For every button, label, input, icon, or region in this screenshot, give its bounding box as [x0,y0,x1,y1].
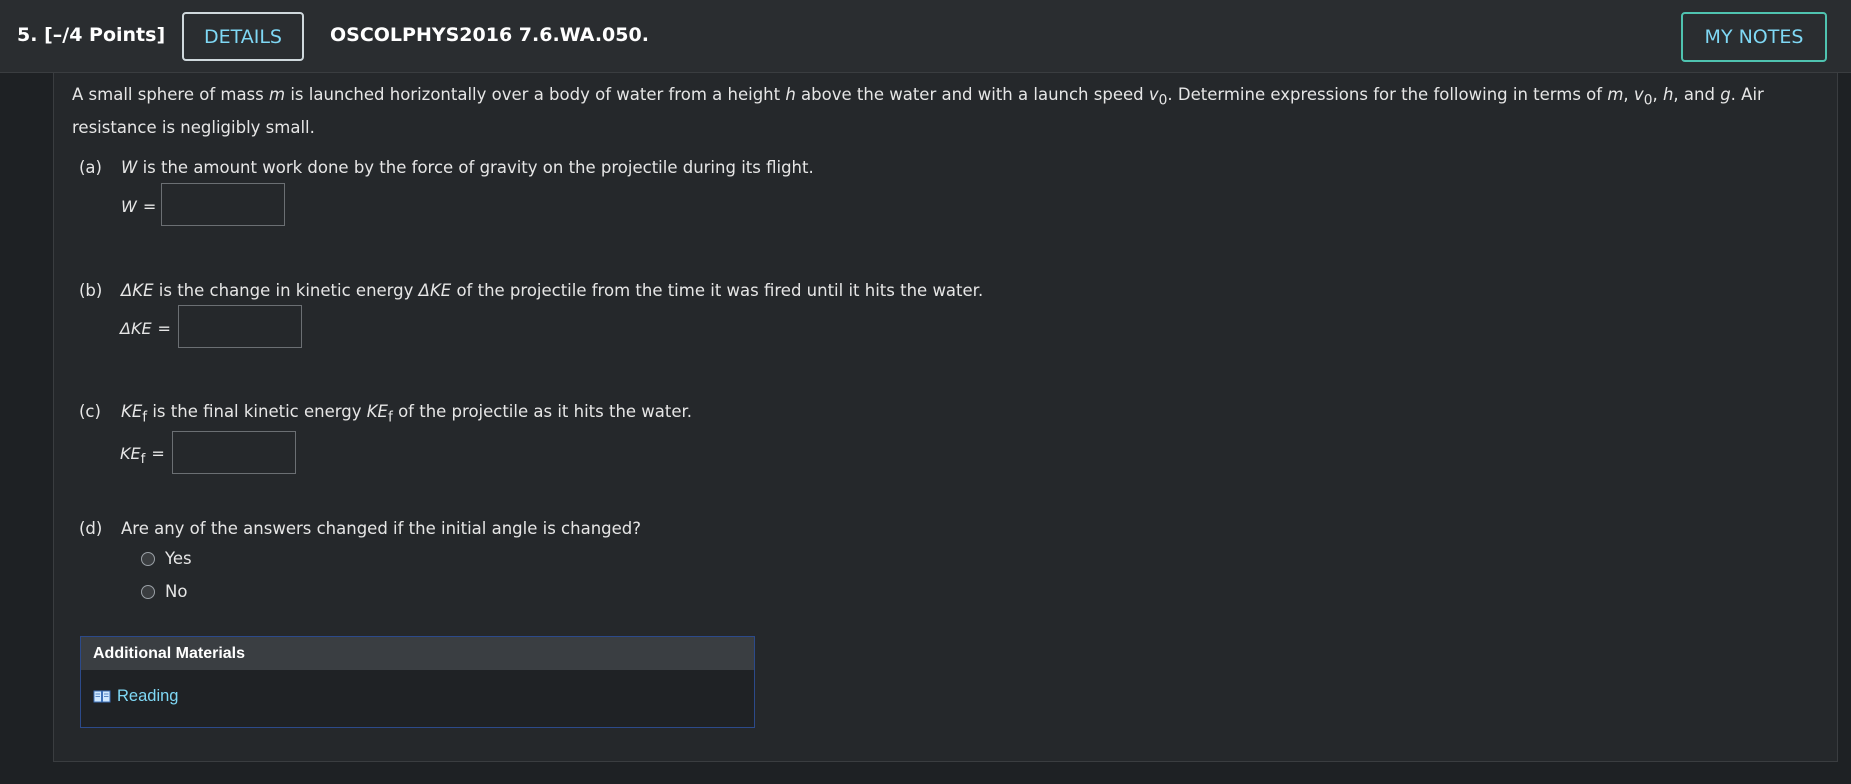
my-notes-button[interactable]: MY NOTES [1681,12,1827,62]
part-b-label: ΔKE = [120,319,171,338]
part-b-answer-input[interactable] [178,305,302,348]
additional-materials-box: Additional Materials Reading [80,636,755,728]
part-c-prompt: (c) KEf is the final kinetic energy KEf o… [79,402,693,426]
reading-link[interactable]: Reading [93,687,178,706]
part-c-label: KEf = [120,444,165,468]
part-d-letter: (d) [79,519,103,538]
part-a-prompt: (a) W is the amount work done by the forc… [79,158,814,177]
radio-button[interactable] [141,584,155,599]
question-intro: A small sphere of mass m is launched hor… [72,85,1764,138]
question-number: 5. [–/4 Points] [17,24,165,46]
question-header: 5. [–/4 Points] DETAILS OSCOLPHYS2016 7.… [0,0,1851,73]
question-number-label: 5. [17,24,38,46]
question-id: OSCOLPHYS2016 7.6.WA.050. [330,24,649,46]
additional-materials-title: Additional Materials [81,637,754,670]
radio-option-yes[interactable]: Yes [141,549,192,568]
part-b-letter: (b) [79,281,103,300]
points-label: [–/4 Points] [44,24,166,46]
part-a-letter: (a) [79,158,102,177]
radio-label-no: No [165,582,188,601]
part-a-label: W = [121,197,157,216]
radio-button[interactable] [141,551,155,566]
book-icon [93,690,111,704]
part-c-answer-input[interactable] [172,431,296,474]
part-d-prompt: (d) Are any of the answers changed if the… [79,519,642,538]
radio-label-yes: Yes [165,549,192,568]
part-c-letter: (c) [79,402,101,421]
part-a-answer-input[interactable] [161,183,285,226]
part-b-prompt: (b) ΔKE is the change in kinetic energy Δ… [79,281,984,300]
radio-option-no[interactable]: No [141,582,187,601]
reading-label[interactable]: Reading [117,687,178,706]
details-button[interactable]: DETAILS [182,12,304,61]
